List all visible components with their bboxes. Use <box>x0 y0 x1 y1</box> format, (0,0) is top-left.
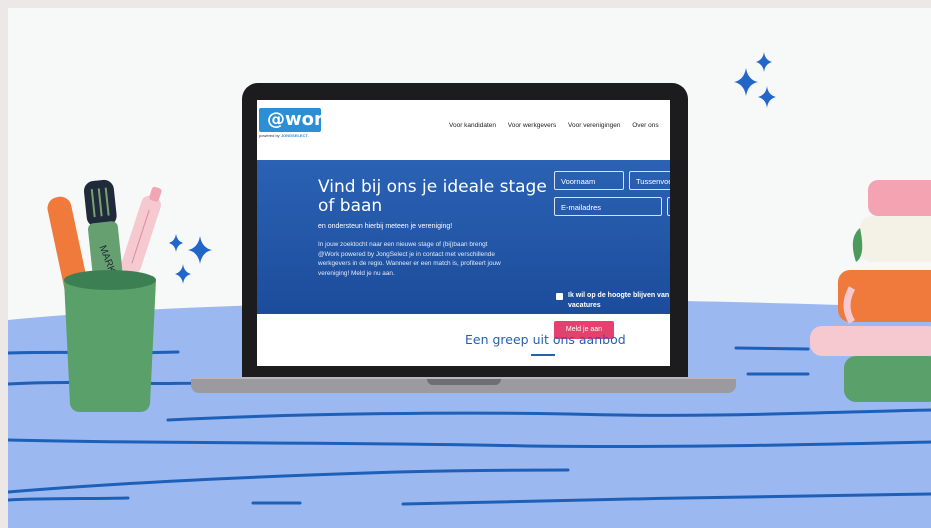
hero-section: Vind bij ons je ideale stage of baan en … <box>257 160 670 339</box>
sparkle-icon <box>188 236 212 264</box>
newsletter-checkbox[interactable] <box>556 293 563 300</box>
sparkle-icon <box>734 68 758 96</box>
site-logo[interactable]: @work <box>259 108 335 132</box>
offer-section-title: Een greep uit ons aanbod <box>465 332 626 347</box>
logo-tagline-brand: JONGSELECT. <box>280 133 309 138</box>
laptop-screen: @work powered by JONGSELECT. Voor kandid… <box>257 100 670 366</box>
newsletter-checkbox-label: Ik wil op de hoogte blijven van vacature… <box>568 292 670 309</box>
hero-title: Vind bij ons je ideale stage of baan <box>318 177 547 216</box>
first-name-input[interactable]: Voornaam <box>554 171 624 190</box>
logo-tagline-prefix: powered by <box>259 133 280 138</box>
logo-text: @work <box>267 109 335 130</box>
middle-name-input[interactable]: Tussenvoegsel <box>629 171 670 190</box>
email-input[interactable]: E-mailadres <box>554 197 662 216</box>
nav-item-over-ons[interactable]: Over ons <box>632 122 658 129</box>
sparkle-icon <box>758 86 776 108</box>
main-nav: Voor kandidaten Voor werkgevers Voor ver… <box>449 122 669 129</box>
pink-pen-icon <box>121 186 162 274</box>
nav-item-werkgevers[interactable]: Voor werkgevers <box>508 122 556 129</box>
nav-item-kandidaten[interactable]: Voor kandidaten <box>449 122 496 129</box>
hero-subtitle: en ondersteun hierbij meteen je verenigi… <box>318 223 453 230</box>
logo-tagline: powered by JONGSELECT. <box>259 133 309 138</box>
sparkle-icon-group-right <box>734 52 776 108</box>
book-stack-icon <box>810 180 931 402</box>
nav-item-verenigingen[interactable]: Voor verenigingen <box>568 122 620 129</box>
sparkle-icon <box>169 234 183 252</box>
sparkle-icon <box>175 264 191 284</box>
hero-description: In jouw zoektocht naar een nieuwe stage … <box>318 241 501 277</box>
laptop-notch <box>427 379 501 385</box>
extra-input[interactable]: M <box>667 197 670 216</box>
site-header: @work powered by JONGSELECT. Voor kandid… <box>257 100 670 160</box>
sparkle-icon <box>756 52 772 72</box>
illustration-canvas: MARK @work powered by JONGSELECT. Voor k… <box>8 8 931 528</box>
sparkle-icon-group-left <box>169 234 212 284</box>
section-underline <box>531 354 555 356</box>
